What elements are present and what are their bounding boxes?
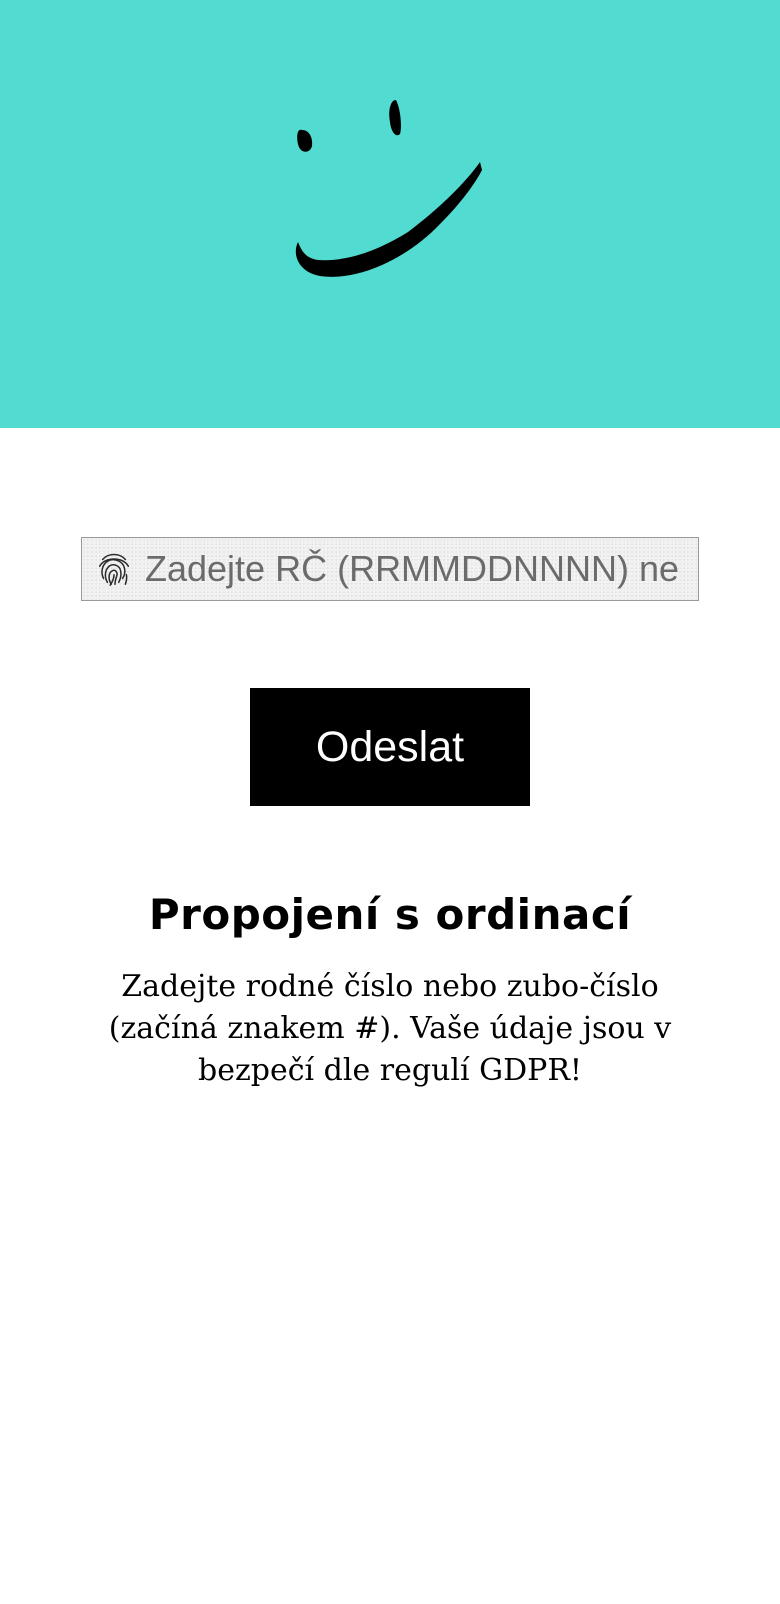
page-title: Propojení s ordinací: [148, 890, 632, 939]
page: Odeslat Propojení s ordinací Zadejte rod…: [0, 0, 780, 1604]
hero-banner: [0, 0, 780, 428]
fingerprint-icon: [98, 553, 130, 586]
submit-button[interactable]: Odeslat: [250, 688, 530, 806]
smiley-face-icon: [295, 100, 482, 277]
info-description: Zadejte rodné číslo nebo zubo-číslo (zač…: [108, 969, 672, 1088]
id-input-wrapper[interactable]: [81, 537, 699, 601]
id-number-input[interactable]: [145, 538, 698, 600]
